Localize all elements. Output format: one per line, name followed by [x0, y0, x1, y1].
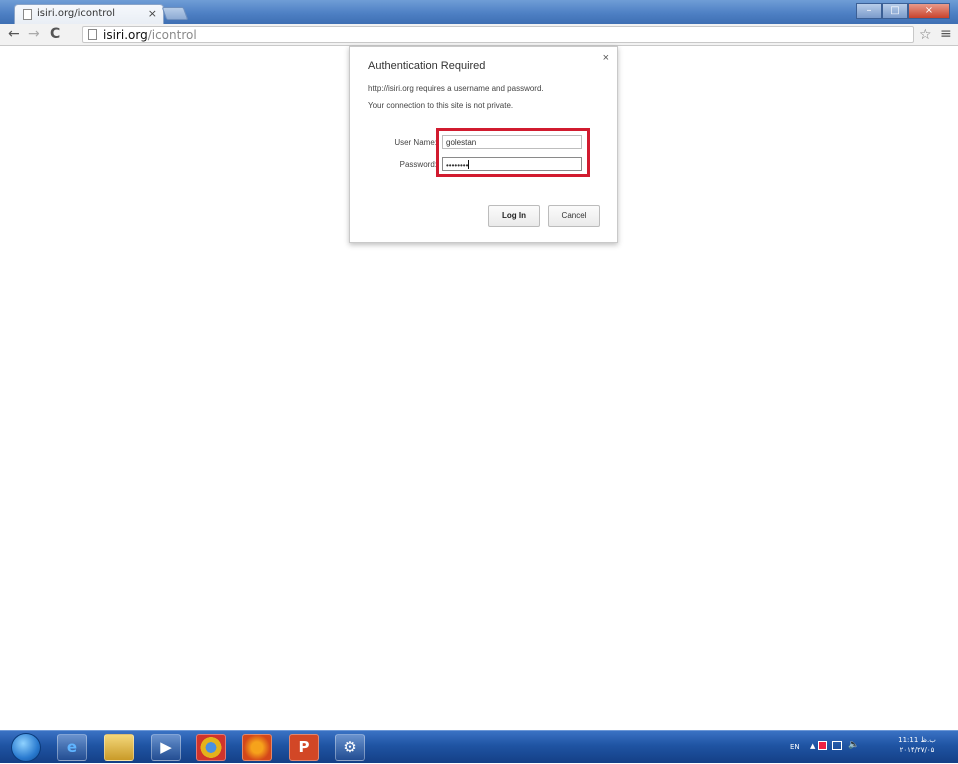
misc-app-icon[interactable]: ⚙ [335, 734, 365, 761]
chrome-icon[interactable] [196, 734, 226, 761]
reload-button[interactable]: C [50, 26, 60, 42]
clock-time: 11:11 ب.ظ [898, 736, 936, 744]
text-caret [468, 160, 470, 169]
close-window-button[interactable]: × [908, 3, 950, 19]
action-center-flag-icon[interactable] [818, 741, 827, 750]
page-icon [23, 9, 32, 20]
ie-icon[interactable]: e [57, 734, 87, 761]
username-label: User Name: [394, 138, 437, 147]
tray-clock[interactable]: 11:11 ب.ظ ۲۰۱۴/۲۷/۰۵ [892, 735, 942, 755]
explorer-icon[interactable] [104, 734, 134, 761]
dialog-message-private: Your connection to this site is not priv… [368, 101, 514, 110]
tab-close-icon[interactable]: × [148, 7, 157, 20]
address-bar[interactable]: isiri.org/icontrol [82, 26, 914, 43]
login-button[interactable]: Log In [488, 205, 540, 227]
forward-button[interactable]: → [28, 26, 40, 42]
password-value: •••••••• [446, 161, 469, 170]
dialog-title: Authentication Required [368, 60, 486, 72]
back-button[interactable]: ← [8, 26, 20, 42]
maximize-button[interactable]: □ [882, 3, 908, 19]
new-tab-button[interactable] [161, 7, 189, 20]
window-controls: – □ × [856, 3, 950, 19]
tray-expand-icon[interactable]: ▲ [810, 742, 815, 750]
bookmark-star-icon[interactable]: ☆ [919, 27, 932, 43]
language-indicator[interactable]: EN [790, 743, 800, 751]
page-icon [88, 29, 97, 40]
dialog-message-host: http://isiri.org requires a username and… [368, 84, 544, 93]
url-host: isiri.org [103, 28, 148, 42]
password-field[interactable]: •••••••• [442, 157, 582, 171]
powerpoint-icon[interactable]: P [289, 734, 319, 761]
tab-isiri-icontrol[interactable]: isiri.org/icontrol × [14, 4, 164, 24]
chrome-menu-icon[interactable]: ≡ [940, 26, 952, 42]
volume-icon[interactable]: 🔈 [848, 740, 859, 750]
password-label: Password: [399, 160, 437, 169]
start-button[interactable] [11, 733, 41, 762]
firefox-icon[interactable] [242, 734, 272, 761]
dialog-close-icon[interactable]: × [603, 52, 609, 64]
url-path: /icontrol [147, 28, 197, 42]
auth-dialog: Authentication Required × http://isiri.o… [349, 46, 618, 243]
network-icon[interactable] [832, 741, 842, 750]
cancel-button[interactable]: Cancel [548, 205, 600, 227]
username-value: golestan [446, 138, 477, 147]
browser-tabstrip: isiri.org/icontrol × – □ × [0, 0, 958, 24]
browser-toolbar: ← → C isiri.org/icontrol ☆ ≡ [0, 24, 958, 46]
media-player-icon[interactable]: ▶ [151, 734, 181, 761]
windows-taskbar: e ▶ P ⚙ EN ▲ 🔈 11:11 ب.ظ ۲۰۱۴/۲۷/۰۵ [0, 730, 958, 763]
tab-title: isiri.org/icontrol [37, 8, 116, 19]
clock-date: ۲۰۱۴/۲۷/۰۵ [899, 746, 935, 754]
minimize-button[interactable]: – [856, 3, 882, 19]
username-field[interactable]: golestan [442, 135, 582, 149]
